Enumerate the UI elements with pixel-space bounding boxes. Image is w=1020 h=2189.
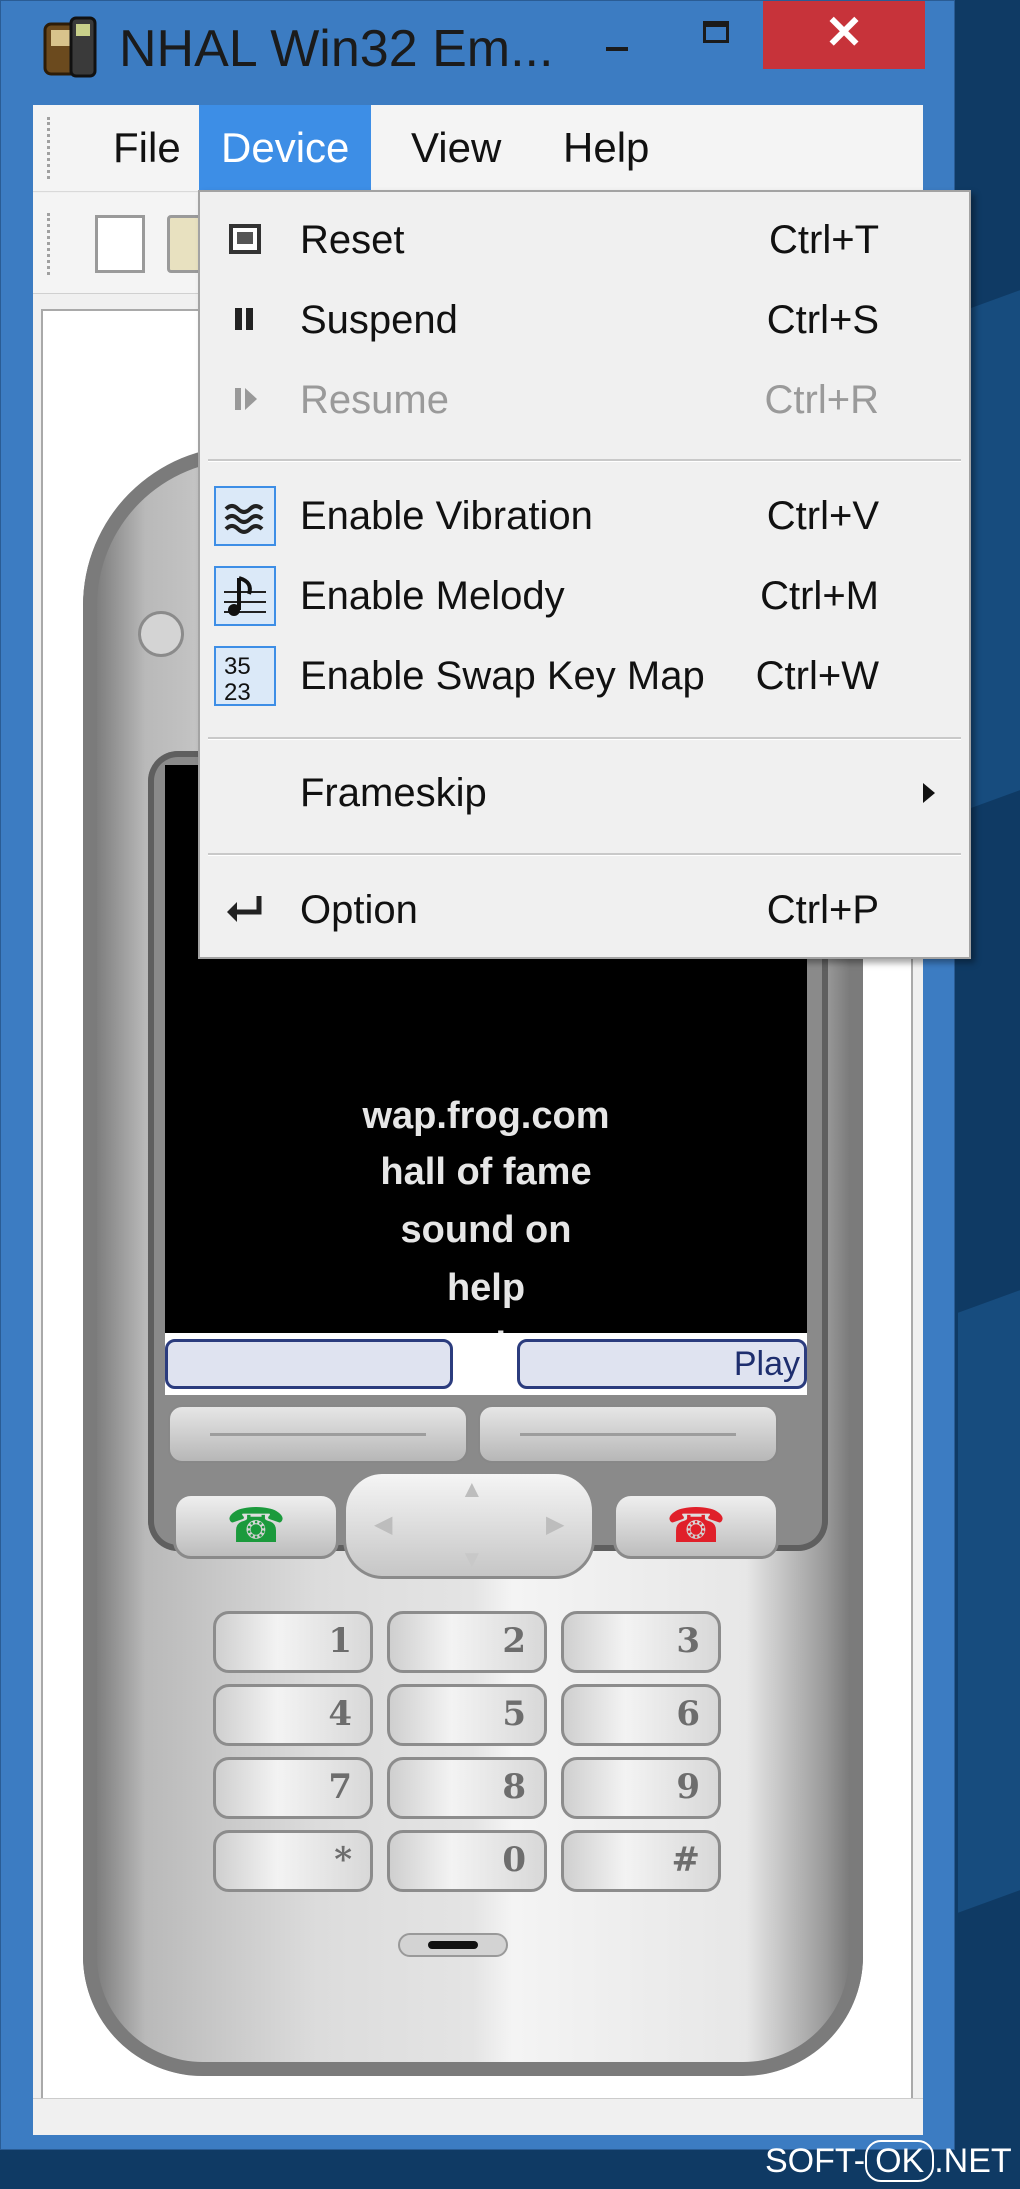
menu-separator [208,853,961,856]
window-title: NHAL Win32 Em... [119,20,554,78]
menu-device[interactable]: Device [199,105,372,191]
melody-icon [214,566,276,626]
minimize-button[interactable] [581,1,649,69]
menu-view[interactable]: View [389,105,523,191]
menu-item-shortcut: Ctrl+W [755,654,879,698]
menu-item-shortcut: Ctrl+M [760,574,879,618]
app-phone-icon [41,16,101,80]
menu-item-label: Suspend [300,298,458,342]
key-6[interactable]: 6 [561,1684,721,1746]
reset-icon [214,210,276,270]
device-menu-dropdown: Reset Ctrl+T Suspend Ctrl+S Resume Ctrl+… [198,190,971,959]
menu-file[interactable]: File [91,105,203,191]
vibration-icon [214,486,276,546]
menu-item-suspend[interactable]: Suspend Ctrl+S [200,284,969,356]
desktop-background-streak [958,1287,1020,1913]
maximize-button[interactable] [681,1,749,69]
menu-item-label: Enable Swap Key Map [300,654,705,698]
end-call-icon: ☎ [666,1500,726,1553]
menu-item-shortcut: Ctrl+V [766,494,879,538]
menu-separator [208,459,961,462]
menu-item-label: Option [300,888,418,932]
menu-item-shortcut: Ctrl+S [766,298,879,342]
key-3[interactable]: 3 [561,1611,721,1673]
menu-item-enable-melody[interactable]: Enable Melody Ctrl+M [200,560,969,632]
end-call-button[interactable]: ☎ [613,1493,779,1559]
svg-text:23: 23 [224,679,251,704]
up-arrow-icon[interactable]: ▲ [460,1476,484,1504]
right-softkey-label[interactable]: Play [517,1339,807,1389]
watermark-suffix: .NET [934,2142,1012,2180]
key-0[interactable]: 0 [387,1830,547,1892]
left-soft-button[interactable] [168,1405,468,1463]
menu-item-label: Enable Vibration [300,494,593,538]
suspend-icon [214,290,276,350]
svg-text:35: 35 [224,653,251,680]
key-star[interactable]: * [213,1830,373,1892]
menu-item-shortcut: Ctrl+R [764,378,879,422]
menu-item-frameskip[interactable]: Frameskip [200,757,969,829]
screen-menu-item: sound on [400,1209,572,1251]
menu-help[interactable]: Help [541,105,671,191]
right-arrow-icon[interactable]: ▶ [546,1510,564,1539]
status-bar [33,2098,923,2135]
key-hash[interactable]: # [561,1830,721,1892]
title-bar[interactable]: NHAL Win32 Em... ✕ [1,1,954,101]
left-arrow-icon[interactable]: ◀ [374,1510,392,1539]
screen-menu-item: hall of fame [380,1151,592,1193]
menu-item-label: Reset [300,218,405,262]
close-icon: ✕ [824,6,864,58]
menu-item-enable-vibration[interactable]: Enable Vibration Ctrl+V [200,480,969,552]
screen-menu-item: wap.frog.com [362,1095,610,1137]
call-icon: ☎ [226,1500,286,1553]
menu-bar: File Device View Help [33,105,923,192]
down-arrow-icon[interactable]: ▼ [460,1546,484,1574]
menu-item-resume[interactable]: Resume Ctrl+R [200,364,969,436]
menu-item-shortcut: Ctrl+P [766,888,879,932]
call-button[interactable]: ☎ [173,1493,339,1559]
menu-item-reset[interactable]: Reset Ctrl+T [200,204,969,276]
key-8[interactable]: 8 [387,1757,547,1819]
side-button[interactable] [138,611,184,657]
right-soft-button[interactable] [478,1405,778,1463]
key-4[interactable]: 4 [213,1684,373,1746]
toolbar-grip[interactable] [47,213,56,275]
menu-item-option[interactable]: Option Ctrl+P [200,874,969,946]
menu-item-enable-swap-key-map[interactable]: 35 23 Enable Swap Key Map Ctrl+W [200,640,969,712]
new-document-icon[interactable] [95,215,145,273]
menu-separator [208,737,961,740]
menu-item-shortcut: Ctrl+T [769,218,879,262]
close-button[interactable]: ✕ [763,1,925,69]
menu-item-label: Frameskip [300,771,487,815]
enter-arrow-icon [214,880,276,940]
dpad[interactable]: ▲ ▼ ◀ ▶ [343,1471,595,1579]
screen-menu-item: help [446,1267,526,1309]
softkey-bar: Play [165,1333,807,1395]
soft-keys [168,1405,788,1469]
menu-item-label: Enable Melody [300,574,565,618]
menu-item-label: Resume [300,378,449,422]
watermark-mid: OK [865,2140,935,2182]
microphone-slot [398,1933,508,1957]
swap-key-map-icon: 35 23 [214,646,276,706]
key-1[interactable]: 1 [213,1611,373,1673]
watermark: SOFT- OK .NET [765,2140,1012,2182]
menubar-grip[interactable] [47,117,56,179]
key-7[interactable]: 7 [213,1757,373,1819]
key-9[interactable]: 9 [561,1757,721,1819]
watermark-prefix: SOFT- [765,2142,866,2180]
key-2[interactable]: 2 [387,1611,547,1673]
resume-icon [214,370,276,430]
submenu-arrow-icon [923,783,935,803]
key-5[interactable]: 5 [387,1684,547,1746]
left-softkey-label[interactable] [165,1339,453,1389]
